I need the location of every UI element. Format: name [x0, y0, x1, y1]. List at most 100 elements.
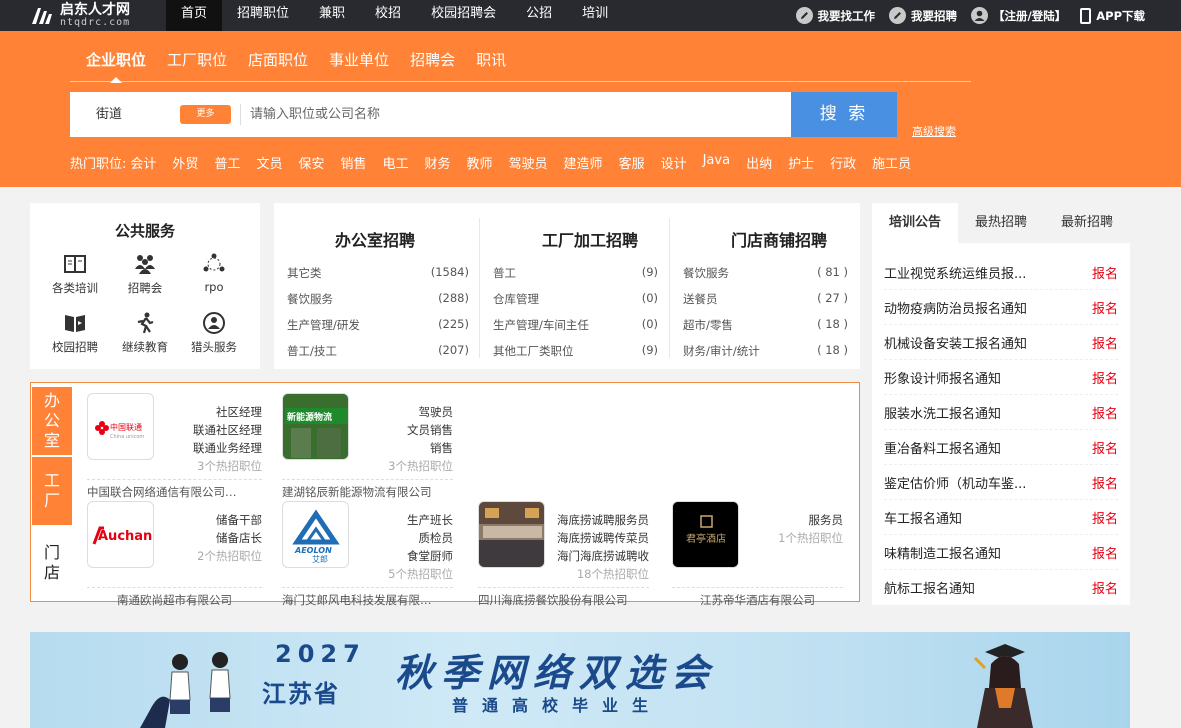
signup-tag[interactable]: 报名 [1092, 263, 1118, 282]
category-row[interactable]: 其它类 (1584) [287, 265, 469, 281]
job-link[interactable]: 生产班长 [388, 511, 453, 529]
company-card[interactable]: 中国联通 China unicom 社区经理 联通社区经理 联通业务经理 3个热… [87, 393, 262, 499]
notice-item[interactable]: 味精制造工报名通知 报名 [884, 535, 1118, 570]
notice-item[interactable]: 动物疫病防治员报名通知 报名 [884, 290, 1118, 325]
hot-job-link[interactable]: 出纳 [746, 153, 772, 172]
signup-tag[interactable]: 报名 [1092, 333, 1118, 352]
category-row[interactable]: 生产管理/车间主任 (0) [493, 317, 658, 333]
advanced-search-link[interactable]: 高级搜索 [912, 123, 956, 139]
job-link[interactable]: 销售 [388, 439, 453, 457]
notice-item[interactable]: 形象设计师报名通知 报名 [884, 360, 1118, 395]
tab-store[interactable]: 店面职位 [248, 40, 308, 82]
company-card[interactable]: 新能源物流 驾驶员 文员销售 销售 3个热招职位 建湖铭辰新能源物流有限公司 [282, 393, 454, 499]
hot-job-link[interactable]: Java [703, 153, 730, 172]
signup-tag[interactable]: 报名 [1092, 438, 1118, 457]
hot-job-link[interactable]: 设计 [661, 153, 687, 172]
company-name[interactable]: 南通欧尚超市有限公司 [87, 587, 262, 608]
company-name[interactable]: 四川海底捞餐饮股份有限公司 [478, 587, 649, 608]
vtab-office[interactable]: 办公室 [32, 387, 72, 455]
tab-latest-jobs[interactable]: 最新招聘 [1044, 203, 1130, 243]
category-row[interactable]: 超市/零售 ( 18 ) [683, 317, 848, 333]
job-link[interactable]: 驾驶员 [388, 403, 454, 421]
hot-job-link[interactable]: 客服 [619, 153, 645, 172]
signup-tag[interactable]: 报名 [1092, 298, 1118, 317]
job-link[interactable]: 文员销售 [388, 421, 453, 439]
service-rpo[interactable]: rpo [179, 253, 249, 294]
tab-factory[interactable]: 工厂职位 [167, 40, 227, 82]
site-logo[interactable]: 启东人才网 ntqdrc.com [30, 2, 140, 29]
notice-item[interactable]: 鉴定估价师（机动车鉴... 报名 [884, 465, 1118, 500]
service-campus[interactable]: 校园招聘 [40, 312, 110, 355]
company-card[interactable]: 海底捞诚聘服务员 海底捞诚聘传菜员 海门海底捞诚聘收 18个热招职位 四川海底捞… [478, 501, 649, 607]
hot-job-link[interactable]: 教师 [467, 153, 493, 172]
nav-parttime[interactable]: 兼职 [304, 0, 360, 31]
job-link[interactable]: 储备店长 [197, 529, 262, 547]
notice-item[interactable]: 工业视觉系统运维员报... 报名 [884, 255, 1118, 290]
nav-public[interactable]: 公招 [511, 0, 567, 31]
nav-home[interactable]: 首页 [166, 0, 223, 31]
vtab-store[interactable]: 门店 [32, 543, 72, 593]
signup-tag[interactable]: 报名 [1092, 578, 1118, 597]
hot-job-link[interactable]: 文员 [256, 153, 282, 172]
nav-jobs[interactable]: 招聘职位 [222, 0, 304, 31]
company-name[interactable]: 中国联合网络通信有限公司… [87, 479, 262, 500]
tab-job-fair[interactable]: 招聘会 [410, 40, 455, 82]
company-card[interactable]: AEOLON 艾郎 生产班长 质检员 食堂厨师 5个热招职位 海门艾郎风电科技发… [282, 501, 453, 607]
category-row[interactable]: 送餐员 ( 27 ) [683, 291, 848, 307]
category-row[interactable]: 仓库管理 (0) [493, 291, 658, 307]
job-link[interactable]: 储备干部 [197, 511, 262, 529]
category-row[interactable]: 普工 (9) [493, 265, 658, 281]
signup-tag[interactable]: 报名 [1092, 368, 1118, 387]
notice-item[interactable]: 服装水洗工报名通知 报名 [884, 395, 1118, 430]
more-area-button[interactable]: 更多 [180, 105, 231, 124]
job-link[interactable]: 海底捞诚聘传菜员 [557, 529, 649, 547]
nav-training[interactable]: 培训 [567, 0, 623, 31]
category-title[interactable]: 门店商铺招聘 [731, 227, 827, 251]
vtab-factory[interactable]: 工厂 [32, 457, 72, 525]
signup-tag[interactable]: 报名 [1092, 508, 1118, 527]
nav-campus-fair[interactable]: 校园招聘会 [416, 0, 511, 31]
find-job-link[interactable]: 我要找工作 [795, 7, 875, 24]
search-button[interactable]: 搜 索 [791, 92, 897, 137]
hot-job-link[interactable]: 驾驶员 [509, 153, 548, 172]
hot-job-link[interactable]: 保安 [298, 153, 324, 172]
company-card[interactable]: 君亭酒店 服务员 1个热招职位 江苏帝华酒店有限公司 [672, 501, 844, 607]
category-row[interactable]: 餐饮服务 (288) [287, 291, 469, 307]
category-row[interactable]: 餐饮服务 ( 81 ) [683, 265, 848, 281]
hot-job-link[interactable]: 建造师 [564, 153, 603, 172]
area-selector[interactable]: 街道 [96, 92, 122, 137]
job-link[interactable]: 海门海底捞诚聘收 [557, 547, 649, 565]
hot-job-link[interactable]: 普工 [214, 153, 240, 172]
company-name[interactable]: 海门艾郎风电科技发展有限… [282, 587, 453, 608]
service-job-fair[interactable]: 招聘会 [110, 253, 180, 296]
login-link[interactable]: 【注册/登陆】 [971, 7, 1066, 24]
company-name[interactable]: 建湖铭辰新能源物流有限公司 [282, 479, 453, 500]
hot-job-link[interactable]: 销售 [340, 153, 366, 172]
job-fair-banner[interactable]: 2027 江苏省 秋季网络双选会 普通高校毕业生 [30, 632, 1130, 728]
tab-hot-jobs[interactable]: 最热招聘 [958, 203, 1044, 243]
job-link[interactable]: 联通业务经理 [193, 439, 262, 457]
signup-tag[interactable]: 报名 [1092, 473, 1118, 492]
tab-news[interactable]: 职讯 [476, 40, 506, 82]
post-job-link[interactable]: 我要招聘 [889, 7, 957, 24]
notice-item[interactable]: 机械设备安装工报名通知 报名 [884, 325, 1118, 360]
signup-tag[interactable]: 报名 [1092, 543, 1118, 562]
tab-training-notices[interactable]: 培训公告 [872, 203, 958, 243]
hot-job-link[interactable]: 行政 [830, 153, 856, 172]
hot-job-link[interactable]: 财务 [425, 153, 451, 172]
service-continuing-edu[interactable]: 继续教育 [110, 312, 180, 355]
job-link[interactable]: 联通社区经理 [193, 421, 262, 439]
category-title[interactable]: 办公室招聘 [335, 227, 415, 251]
notice-item[interactable]: 重冶备料工报名通知 报名 [884, 430, 1118, 465]
signup-tag[interactable]: 报名 [1092, 403, 1118, 422]
hot-job-link[interactable]: 护士 [788, 153, 814, 172]
job-link[interactable]: 服务员 [778, 511, 844, 529]
company-name[interactable]: 江苏帝华酒店有限公司 [672, 587, 843, 608]
tab-institution[interactable]: 事业单位 [329, 40, 389, 82]
category-row[interactable]: 普工/技工 (207) [287, 343, 469, 359]
notice-item[interactable]: 航标工报名通知 报名 [884, 570, 1118, 605]
category-title[interactable]: 工厂加工招聘 [542, 227, 638, 251]
category-row[interactable]: 生产管理/研发 (225) [287, 317, 469, 333]
hot-job-link[interactable]: 会计 [130, 153, 156, 172]
job-link[interactable]: 社区经理 [193, 403, 262, 421]
